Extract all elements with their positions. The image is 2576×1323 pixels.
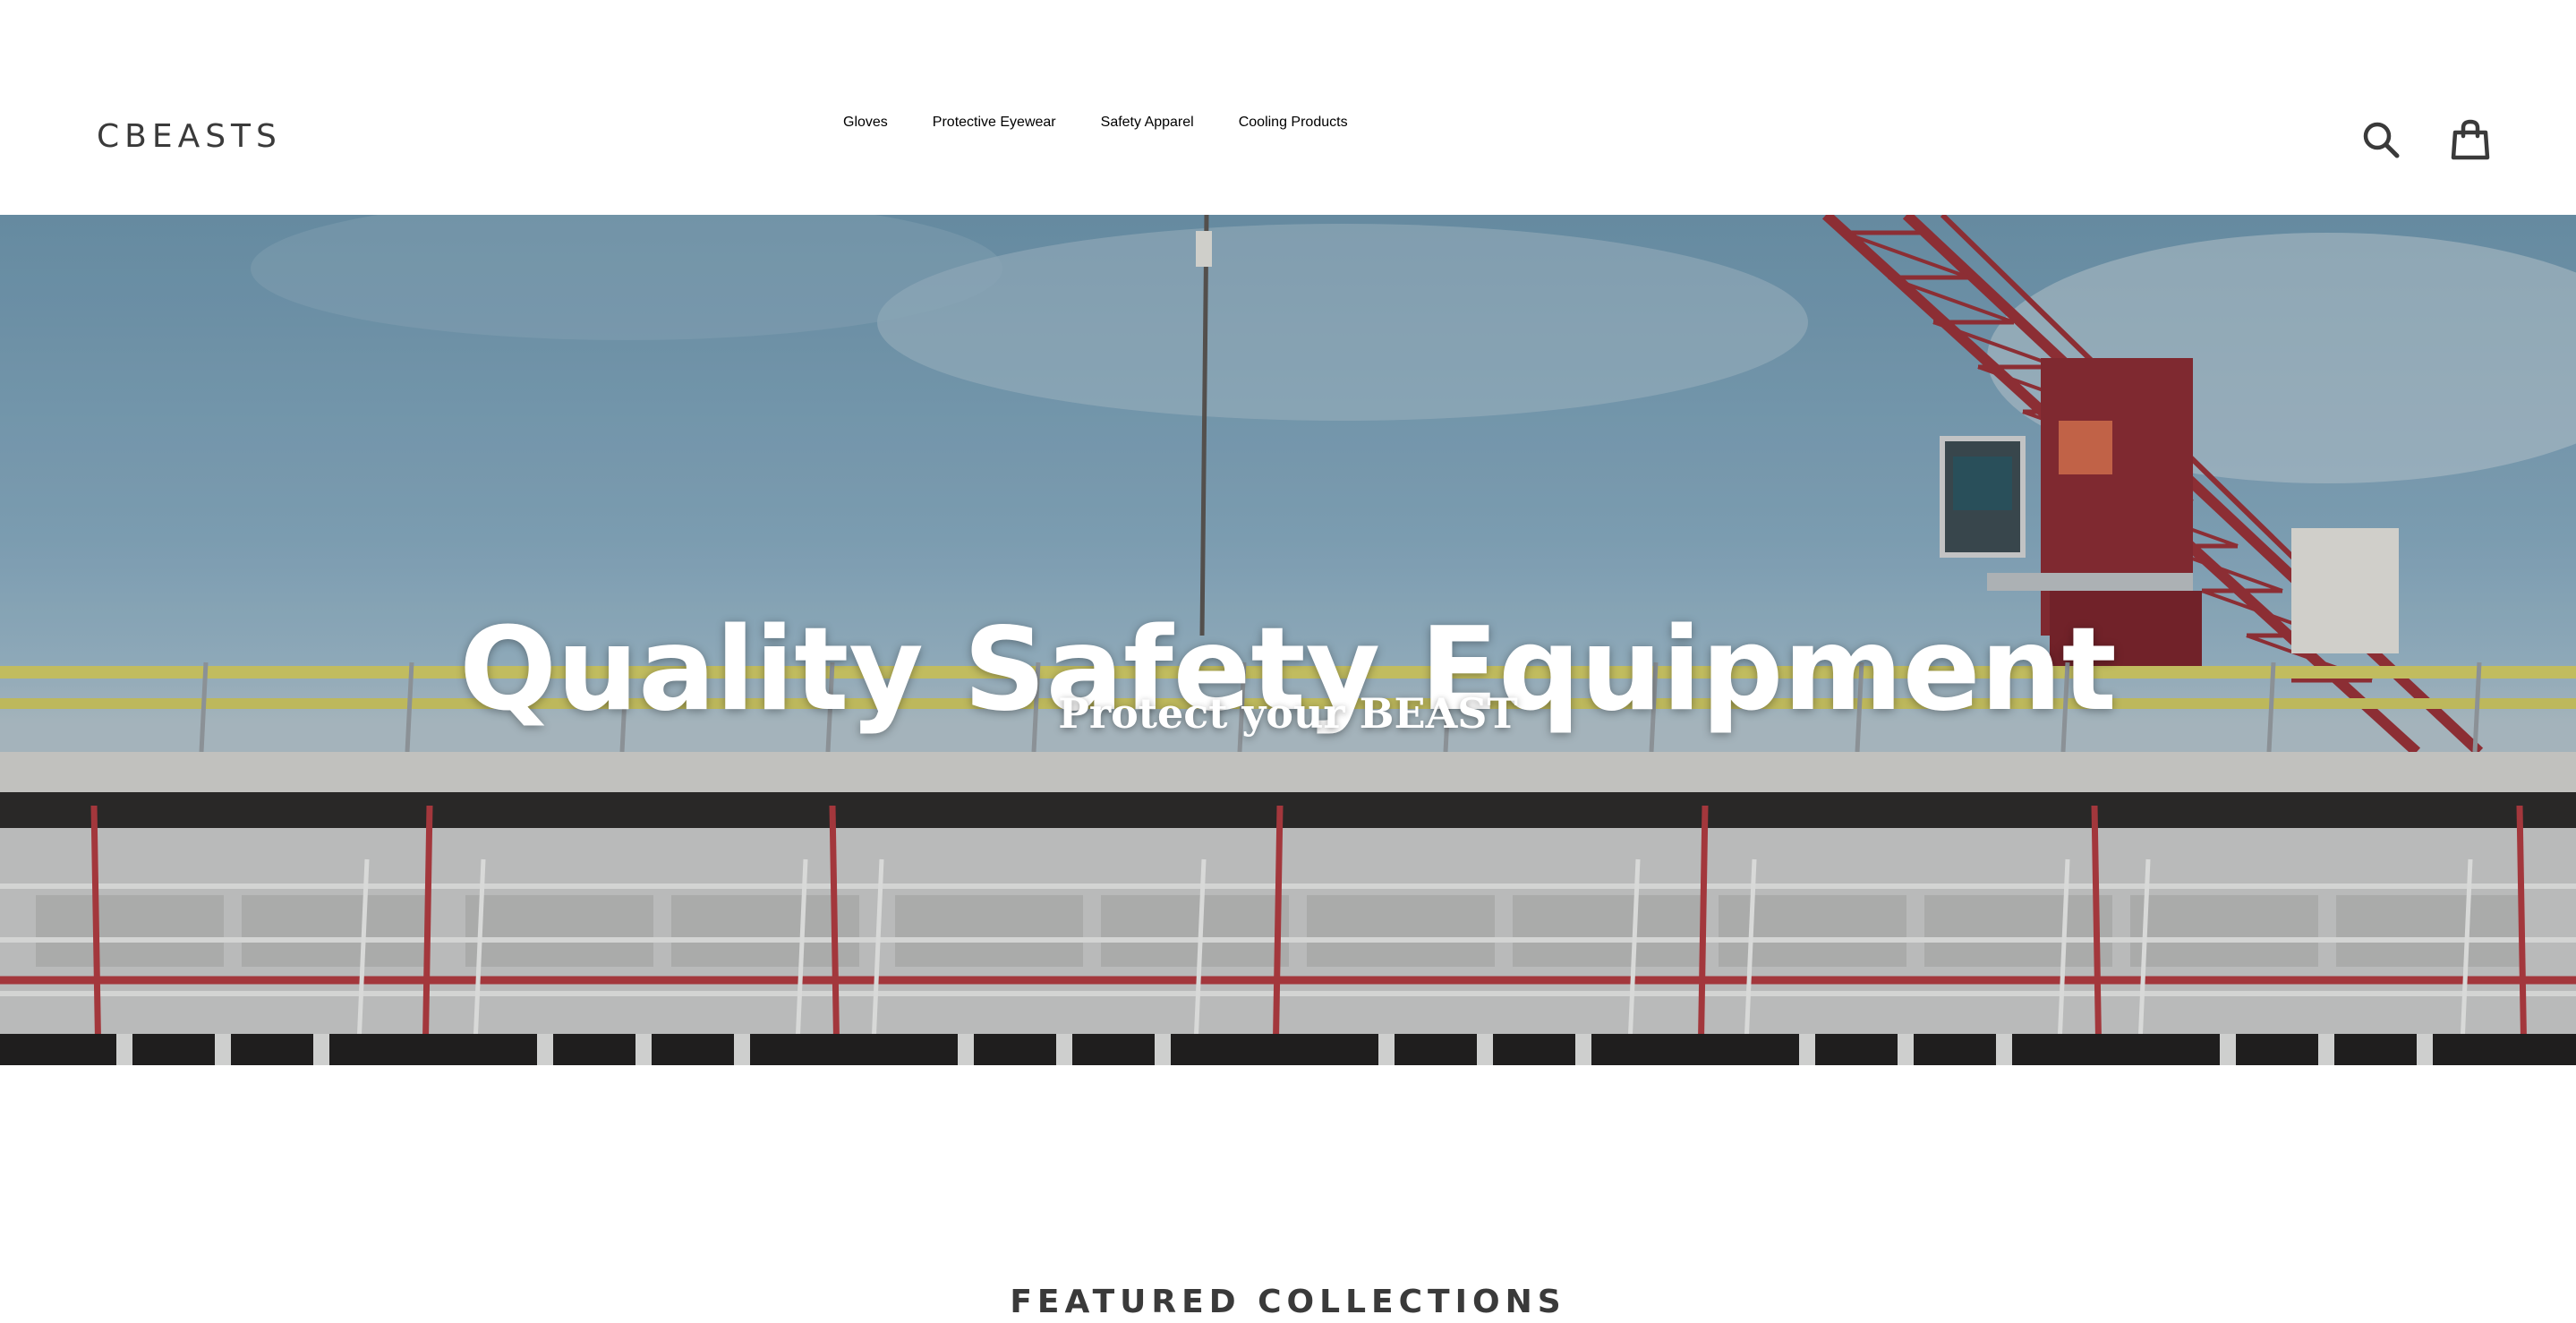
- site-logo[interactable]: CBEASTS: [97, 118, 282, 155]
- hero-banner: Quality Safety Equipment Protect your BE…: [0, 215, 2576, 1065]
- nav-item-gloves[interactable]: Gloves: [843, 115, 888, 131]
- main-nav: Gloves Protective Eyewear Safety Apparel…: [843, 115, 1348, 131]
- nav-item-cooling-products[interactable]: Cooling Products: [1239, 115, 1348, 131]
- site-header: CBEASTS Gloves Protective Eyewear Safety…: [0, 0, 2576, 215]
- nav-item-safety-apparel[interactable]: Safety Apparel: [1101, 115, 1194, 131]
- shopping-bag-icon[interactable]: [2445, 115, 2495, 165]
- featured-collections-heading: FEATURED COLLECTIONS: [1010, 1283, 1566, 1320]
- search-icon[interactable]: [2356, 115, 2406, 165]
- hero-subtitle: Protect your BEAST: [1058, 689, 1518, 738]
- nav-item-protective-eyewear[interactable]: Protective Eyewear: [933, 115, 1056, 131]
